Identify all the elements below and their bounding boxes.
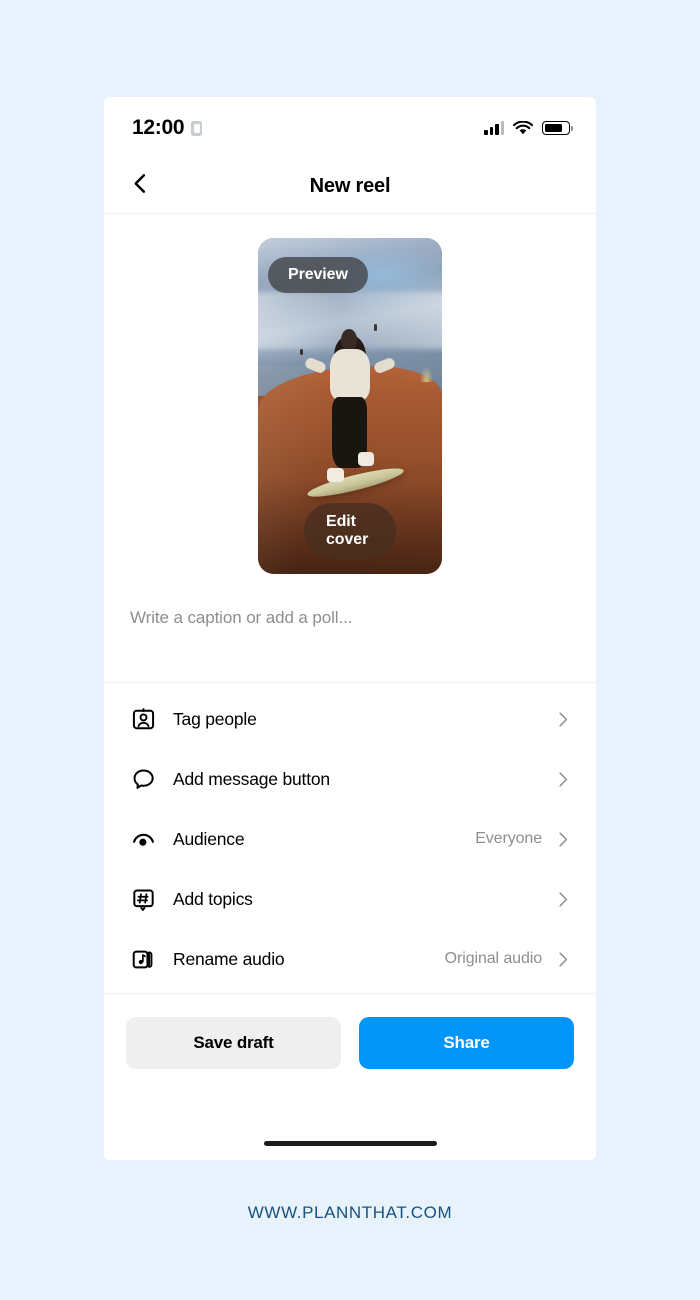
chevron-right-icon [553, 950, 572, 969]
reel-cover-thumbnail[interactable]: Preview Edit cover [258, 238, 442, 574]
chevron-right-icon [553, 890, 572, 909]
cover-shrub [419, 365, 433, 382]
cellular-signal-icon [484, 121, 504, 135]
options-list: Tag people Add message button Audience E… [104, 683, 596, 993]
home-indicator[interactable] [263, 1141, 437, 1146]
preview-button[interactable]: Preview [268, 257, 368, 293]
share-button[interactable]: Share [359, 1017, 574, 1069]
option-row-add-topics[interactable]: Add topics [104, 869, 596, 929]
option-row-rename-audio[interactable]: Rename audio Original audio [104, 929, 596, 989]
audience-eye-icon [128, 824, 158, 854]
action-bar: Save draft Share [104, 994, 596, 1069]
chevron-right-icon [553, 770, 572, 789]
message-bubble-icon [128, 764, 158, 794]
hashtag-topics-icon [128, 884, 158, 914]
music-note-icon [128, 944, 158, 974]
tag-people-icon [128, 704, 158, 734]
status-bar-right [484, 120, 573, 136]
option-label: Add topics [173, 888, 253, 909]
option-row-add-message-button[interactable]: Add message button [104, 749, 596, 809]
option-label: Audience [173, 828, 245, 849]
cover-distant-figure [300, 348, 304, 355]
caption-input[interactable]: Write a caption or add a poll... [104, 574, 596, 682]
save-draft-button[interactable]: Save draft [126, 1017, 341, 1069]
option-label: Tag people [173, 708, 257, 729]
chevron-right-icon [553, 710, 572, 729]
phone-frame: 12:00 New reel Preview Edit cover Write … [104, 97, 596, 1160]
status-time: 12:00 [132, 116, 185, 139]
cover-rider [303, 328, 397, 484]
option-label: Rename audio [173, 948, 285, 969]
option-row-tag-people[interactable]: Tag people [104, 689, 596, 749]
back-button[interactable] [118, 164, 162, 208]
option-value: Everyone [475, 830, 542, 847]
option-value: Original audio [444, 950, 542, 967]
option-label: Add message button [173, 768, 330, 789]
wifi-icon [512, 120, 534, 136]
navigation-bar: New reel [104, 159, 596, 214]
screen-record-badge-icon [191, 120, 203, 136]
edit-cover-button[interactable]: Edit cover [304, 503, 396, 559]
chevron-left-icon [129, 172, 152, 200]
battery-icon [542, 121, 573, 135]
home-indicator-area [104, 1069, 596, 1160]
status-bar: 12:00 [104, 97, 596, 159]
option-row-audience[interactable]: Audience Everyone [104, 809, 596, 869]
cover-preview-section: Preview Edit cover [104, 214, 596, 574]
footer-website-label: WWW.PLANNTHAT.COM [247, 1203, 453, 1222]
page-title: New reel [309, 174, 391, 197]
chevron-right-icon [553, 830, 572, 849]
caption-placeholder: Write a caption or add a poll... [130, 608, 353, 627]
status-bar-left: 12:00 [132, 116, 203, 140]
